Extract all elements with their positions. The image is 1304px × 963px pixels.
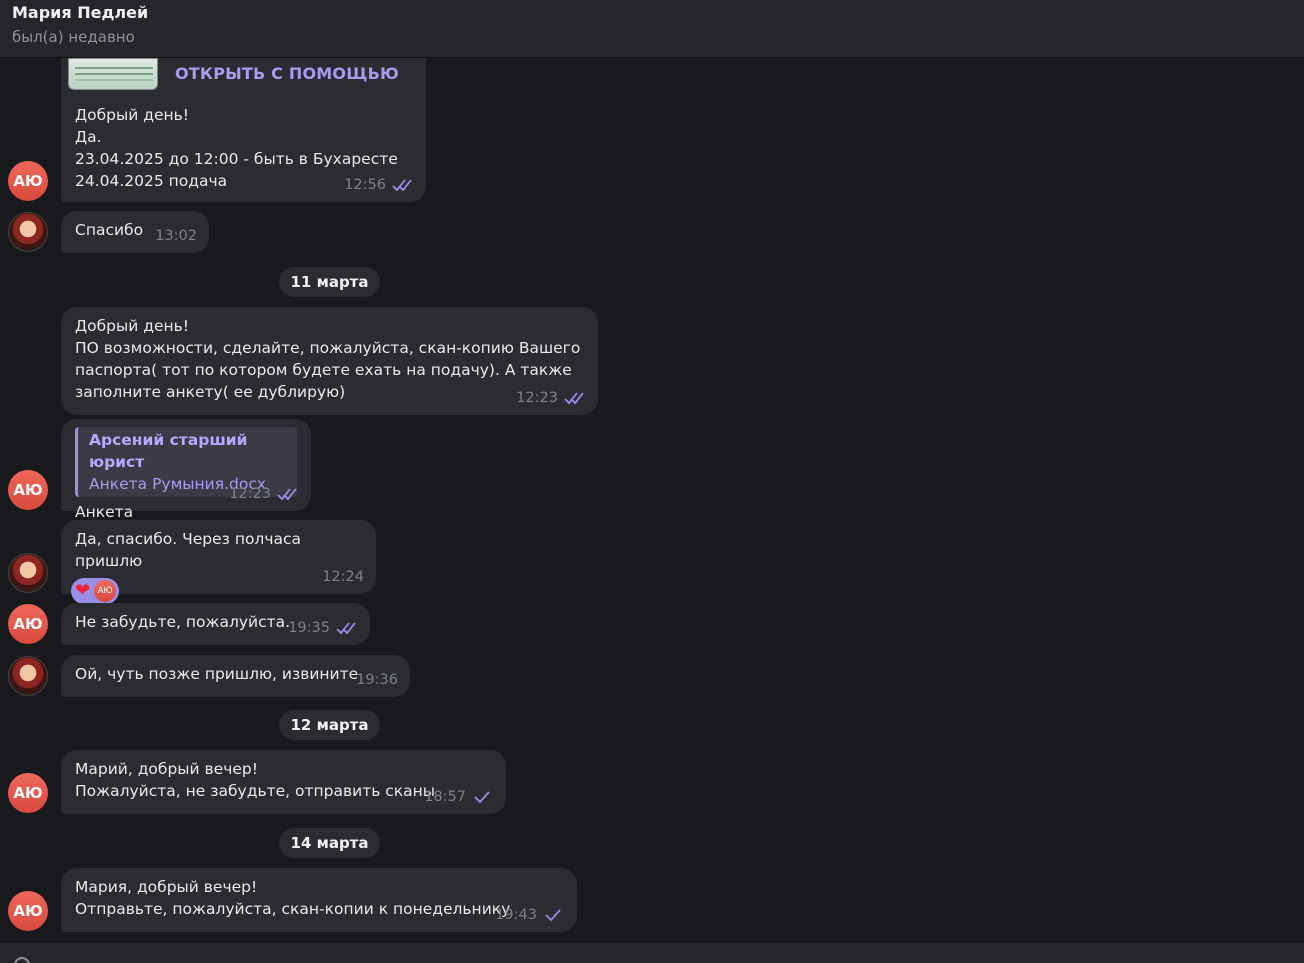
heart-icon: ❤ — [75, 580, 91, 601]
message-bubble-reply[interactable]: Арсений старший юрист Анкета Румыния.doc… — [61, 419, 311, 521]
message-composer[interactable] — [0, 943, 1304, 963]
message-text: Добрый день! ПО возможности, сделайте, п… — [75, 317, 581, 401]
message-time: 12:56 — [344, 177, 386, 193]
message-time: 19:35 — [288, 620, 330, 636]
message-meta: 12:23 — [229, 483, 299, 505]
avatar-initials: АЮ — [13, 615, 43, 633]
single-check-icon — [543, 908, 565, 922]
avatar[interactable]: АЮ — [8, 773, 48, 813]
contact-name[interactable]: Мария Педлей — [12, 3, 148, 22]
message-meta: 12:56 — [344, 174, 414, 196]
message-meta: 19:35 — [288, 617, 358, 639]
attach-icon[interactable] — [14, 957, 30, 963]
reaction-avatar: АЮ — [94, 580, 117, 602]
date-separator: 11 марта — [279, 267, 380, 297]
file-thumbnail[interactable] — [68, 58, 158, 90]
avatar[interactable]: АЮ — [8, 604, 48, 644]
message-text: Добрый день! Да. 23.04.2025 до 12:00 - б… — [61, 96, 426, 202]
double-check-icon — [336, 621, 358, 635]
message-time: 18:57 — [424, 789, 466, 805]
date-label: 14 марта — [290, 834, 369, 852]
avatar[interactable]: АЮ — [8, 470, 48, 510]
avatar-initials: АЮ — [13, 902, 43, 920]
avatar-photo[interactable] — [8, 212, 48, 252]
message-bubble[interactable]: Добрый день! ПО возможности, сделайте, п… — [61, 307, 598, 415]
message-bubble[interactable]: Не забудьте, пожалуйста. 19:35 — [61, 603, 370, 645]
message-meta: 19:43 — [495, 904, 565, 926]
reply-author: Арсений старший юрист — [89, 431, 248, 471]
message-time: 12:24 — [322, 569, 364, 585]
double-check-icon — [564, 391, 586, 405]
message-bubble[interactable]: Мария, добрый вечер! Отправьте, пожалуйс… — [61, 868, 577, 932]
message-text: Да, спасибо. Через полчаса пришлю — [75, 530, 306, 570]
date-separator: 14 марта — [279, 828, 380, 858]
date-label: 11 марта — [290, 273, 369, 291]
open-with-button[interactable]: ОТКРЫТЬ С ПОМОЩЬЮ — [175, 64, 399, 83]
message-time: 13:02 — [155, 228, 197, 244]
message-bubble[interactable]: Ой, чуть позже пришлю, извините 19:36 — [61, 655, 410, 697]
double-check-icon — [392, 178, 414, 192]
date-label: 12 марта — [290, 716, 369, 734]
message-meta: 12:23 — [516, 387, 586, 409]
message-meta: 13:02 — [155, 225, 197, 247]
avatar-photo[interactable] — [8, 553, 48, 593]
message-time: 12:23 — [229, 486, 271, 502]
avatar-initials: АЮ — [13, 481, 43, 499]
date-separator: 12 марта — [279, 710, 380, 740]
contact-status: был(а) недавно — [12, 28, 135, 46]
single-check-icon — [472, 790, 494, 804]
avatar-initials: АЮ — [13, 784, 43, 802]
avatar-photo[interactable] — [8, 656, 48, 696]
avatar[interactable]: АЮ — [8, 891, 48, 931]
message-text: Ой, чуть позже пришлю, извините — [75, 665, 359, 683]
chat-header[interactable]: Мария Педлей был(а) недавно — [0, 0, 1304, 58]
message-meta: 12:24 — [322, 566, 364, 588]
message-bubble[interactable]: Спасибо 13:02 — [61, 211, 209, 253]
double-check-icon — [277, 487, 299, 501]
message-meta: 18:57 — [424, 786, 494, 808]
message-meta: 19:36 — [356, 669, 398, 691]
message-bubble[interactable]: Марий, добрый вечер! Пожалуйста, не забу… — [61, 750, 506, 814]
message-time: 12:23 — [516, 390, 558, 406]
message-text: Мария, добрый вечер! Отправьте, пожалуйс… — [75, 878, 511, 918]
avatar[interactable]: АЮ — [8, 161, 48, 201]
reaction-badge[interactable]: ❤ АЮ — [71, 578, 120, 604]
message-time: 19:43 — [495, 907, 537, 923]
message-bubble[interactable]: Да, спасибо. Через полчаса пришлю ❤ АЮ 1… — [61, 520, 376, 604]
message-time: 19:36 — [356, 672, 398, 688]
avatar-initials: АЮ — [13, 172, 43, 190]
